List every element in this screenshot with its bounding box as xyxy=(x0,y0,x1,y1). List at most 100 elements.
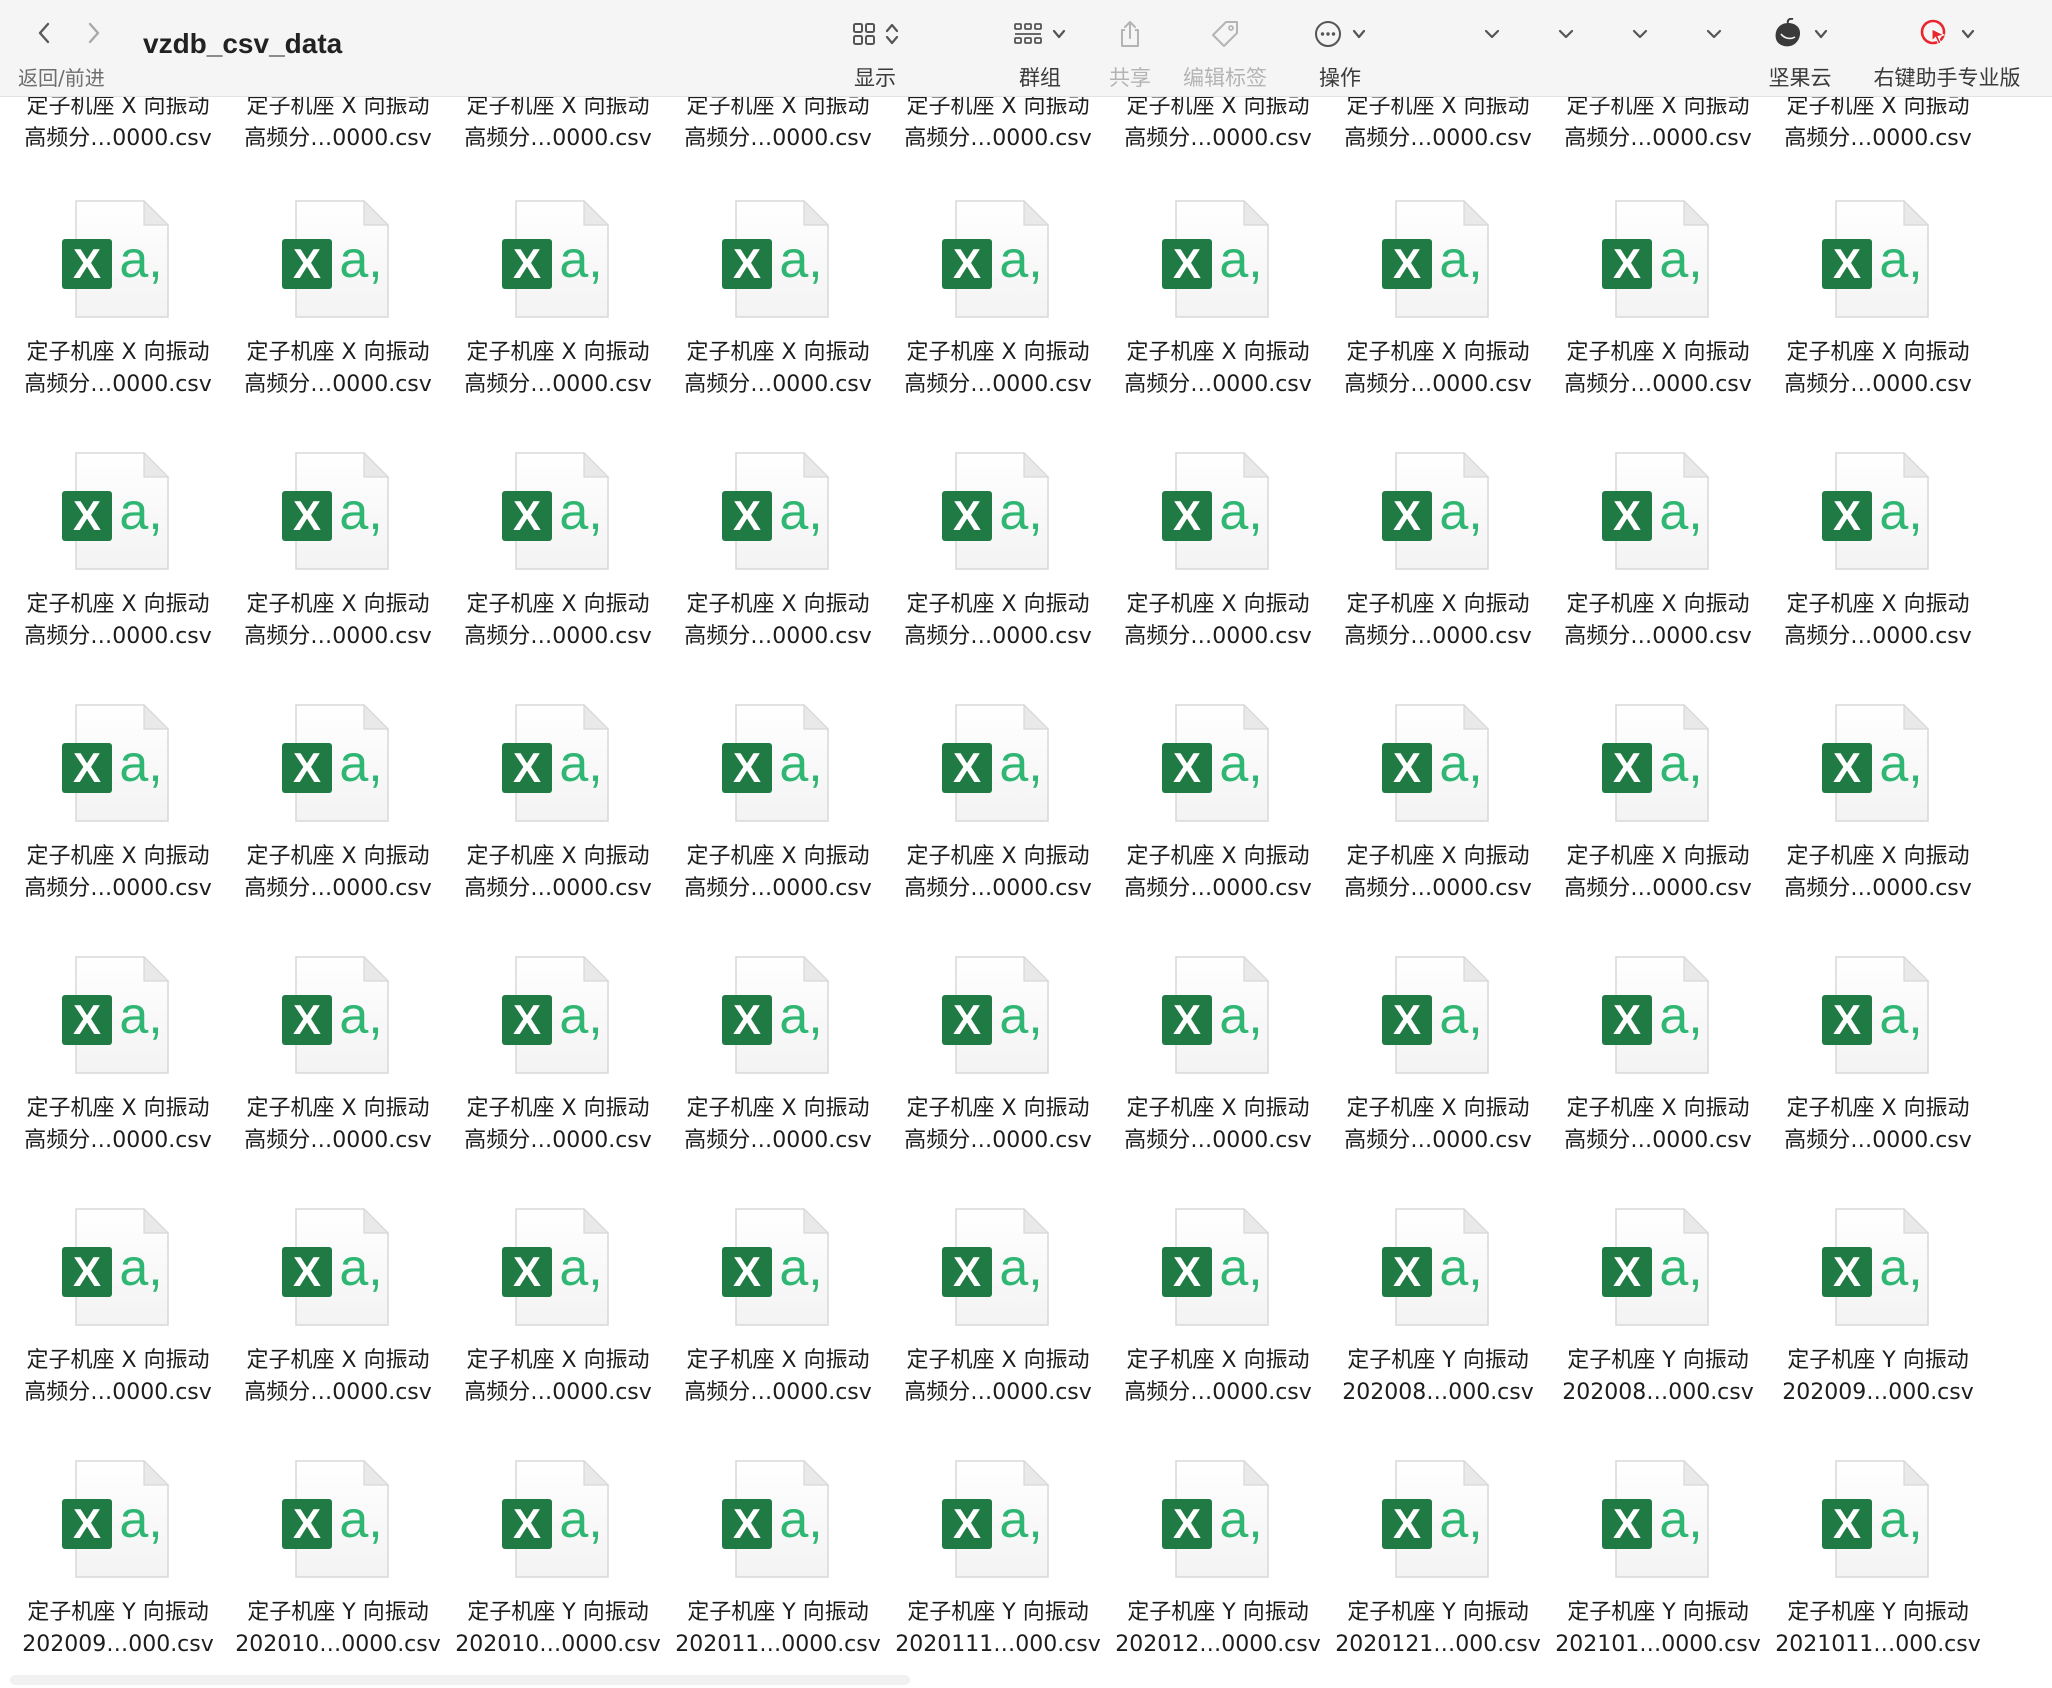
group-label: 群组 xyxy=(1019,66,1061,90)
file-item[interactable]: X a, 定子机座 X 向振动 高频分…0000.csv xyxy=(1108,953,1328,1205)
file-icon-view[interactable]: 定子机座 X 向振动 高频分…0000.csv 定子机座 X 向振动 高频分…0000… xyxy=(0,97,2052,1688)
file-name: 定子机座 X 向振动 高频分…0000.csv xyxy=(448,841,668,905)
file-item[interactable]: X a, 定子机座 X 向振动 高频分…0000.csv xyxy=(1768,701,1988,953)
file-name-line2: 高频分…0000.csv xyxy=(24,624,212,649)
back-button[interactable] xyxy=(30,18,58,48)
file-item[interactable]: X a, 定子机座 X 向振动 高频分…0000.csv xyxy=(1768,197,1988,449)
file-item[interactable]: 定子机座 X 向振动 高频分…0000.csv xyxy=(1548,97,1768,151)
file-item[interactable]: X a, 定子机座 Y 向振动 202009…000.csv xyxy=(1768,1205,1988,1457)
svg-text:X: X xyxy=(73,996,101,1043)
svg-text:X: X xyxy=(953,240,981,287)
file-item[interactable]: X a, 定子机座 X 向振动 高频分…0000.csv xyxy=(1108,1205,1328,1457)
file-item[interactable]: 定子机座 X 向振动 高频分…0000.csv xyxy=(1768,97,1988,151)
file-item[interactable]: X a, 定子机座 X 向振动 高频分…0000.csv xyxy=(228,953,448,1205)
file-item[interactable]: X a, 定子机座 Y 向振动 202010…0000.csv xyxy=(448,1457,668,1688)
file-name: 定子机座 X 向振动 高频分…0000.csv xyxy=(1108,97,1328,155)
excel-csv-icon: X a, xyxy=(1602,451,1710,570)
file-item[interactable]: X a, 定子机座 X 向振动 高频分…0000.csv xyxy=(1548,449,1768,701)
chevron-down-icon[interactable] xyxy=(1702,22,1726,46)
file-item[interactable]: 定子机座 X 向振动 高频分…0000.csv xyxy=(448,97,668,151)
file-item[interactable]: 定子机座 X 向振动 高频分…0000.csv xyxy=(1108,97,1328,151)
file-item[interactable]: X a, 定子机座 Y 向振动 202009…000.csv xyxy=(8,1457,228,1688)
file-item[interactable]: X a, 定子机座 X 向振动 高频分…0000.csv xyxy=(228,449,448,701)
file-name-line1: 定子机座 X 向振动 xyxy=(686,592,870,617)
file-item[interactable]: X a, 定子机座 X 向振动 高频分…0000.csv xyxy=(8,449,228,701)
excel-csv-icon: X a, xyxy=(1382,955,1490,1074)
excel-csv-icon: X a, xyxy=(1162,703,1270,822)
file-item[interactable]: 定子机座 X 向振动 高频分…0000.csv xyxy=(888,97,1108,151)
file-item[interactable]: X a, 定子机座 Y 向振动 202012…0000.csv xyxy=(1108,1457,1328,1688)
file-item[interactable]: X a, 定子机座 X 向振动 高频分…0000.csv xyxy=(1548,701,1768,953)
file-name-line2: 高频分…0000.csv xyxy=(1344,624,1532,649)
file-item[interactable]: X a, 定子机座 X 向振动 高频分…0000.csv xyxy=(228,197,448,449)
file-item[interactable]: X a, 定子机座 X 向振动 高频分…0000.csv xyxy=(1328,197,1548,449)
file-item[interactable]: X a, 定子机座 X 向振动 高频分…0000.csv xyxy=(228,1205,448,1457)
action-button[interactable]: 操作 xyxy=(1300,12,1380,92)
file-item[interactable]: X a, 定子机座 X 向振动 高频分…0000.csv xyxy=(448,449,668,701)
excel-csv-icon: X a, xyxy=(942,451,1050,570)
file-item[interactable]: X a, 定子机座 X 向振动 高频分…0000.csv xyxy=(1548,953,1768,1205)
file-item[interactable]: X a, 定子机座 X 向振动 高频分…0000.csv xyxy=(8,197,228,449)
file-item[interactable]: X a, 定子机座 Y 向振动 202008…000.csv xyxy=(1328,1205,1548,1457)
file-item[interactable]: 定子机座 X 向振动 高频分…0000.csv xyxy=(668,97,888,151)
file-item[interactable]: X a, 定子机座 X 向振动 高频分…0000.csv xyxy=(888,953,1108,1205)
file-item[interactable]: X a, 定子机座 X 向振动 高频分…0000.csv xyxy=(888,449,1108,701)
view-button[interactable]: 显示 xyxy=(840,12,910,92)
file-name-line1: 定子机座 Y 向振动 xyxy=(1347,1348,1529,1373)
file-name-line1: 定子机座 X 向振动 xyxy=(466,592,650,617)
file-item[interactable]: X a, 定子机座 X 向振动 高频分…0000.csv xyxy=(8,1205,228,1457)
file-name-line2: 202008…000.csv xyxy=(1342,1380,1534,1405)
file-item[interactable]: X a, 定子机座 X 向振动 高频分…0000.csv xyxy=(448,701,668,953)
file-item[interactable]: 定子机座 X 向振动 高频分…0000.csv xyxy=(1328,97,1548,151)
file-item[interactable]: X a, 定子机座 Y 向振动 202008…000.csv xyxy=(1548,1205,1768,1457)
jianguoyun-button[interactable]: 坚果云 xyxy=(1755,12,1845,92)
file-item[interactable]: X a, 定子机座 Y 向振动 2020111…000.csv xyxy=(888,1457,1108,1688)
file-item[interactable]: 定子机座 X 向振动 高频分…0000.csv xyxy=(228,97,448,151)
file-item[interactable]: X a, 定子机座 X 向振动 高频分…0000.csv xyxy=(1768,449,1988,701)
file-name: 定子机座 X 向振动 高频分…0000.csv xyxy=(1768,1093,1988,1157)
horizontal-scrollbar[interactable] xyxy=(10,1675,910,1685)
file-item[interactable]: X a, 定子机座 X 向振动 高频分…0000.csv xyxy=(668,449,888,701)
file-item[interactable]: X a, 定子机座 Y 向振动 202101…0000.csv xyxy=(1548,1457,1768,1688)
file-item[interactable]: X a, 定子机座 Y 向振动 202011…0000.csv xyxy=(668,1457,888,1688)
file-item[interactable]: X a, 定子机座 X 向振动 高频分…0000.csv xyxy=(668,197,888,449)
chevron-down-icon[interactable] xyxy=(1554,22,1578,46)
file-item[interactable]: X a, 定子机座 Y 向振动 2021011…000.csv xyxy=(1768,1457,1988,1688)
file-name: 定子机座 X 向振动 高频分…0000.csv xyxy=(668,589,888,653)
file-item[interactable]: X a, 定子机座 X 向振动 高频分…0000.csv xyxy=(1768,953,1988,1205)
file-name-line2: 高频分…0000.csv xyxy=(1344,876,1532,901)
file-item[interactable]: X a, 定子机座 X 向振动 高频分…0000.csv xyxy=(228,701,448,953)
file-item[interactable]: X a, 定子机座 X 向振动 高频分…0000.csv xyxy=(668,1205,888,1457)
group-button[interactable]: 群组 xyxy=(1005,12,1075,92)
file-name-line1: 定子机座 X 向振动 xyxy=(466,844,650,869)
file-item[interactable]: X a, 定子机座 X 向振动 高频分…0000.csv xyxy=(448,953,668,1205)
chevron-down-icon[interactable] xyxy=(1480,22,1504,46)
file-item[interactable]: X a, 定子机座 Y 向振动 2020121…000.csv xyxy=(1328,1457,1548,1688)
file-item[interactable]: X a, 定子机座 X 向振动 高频分…0000.csv xyxy=(888,197,1108,449)
file-item[interactable]: X a, 定子机座 X 向振动 高频分…0000.csv xyxy=(448,1205,668,1457)
chevron-down-icon[interactable] xyxy=(1628,22,1652,46)
forward-button[interactable] xyxy=(80,18,108,48)
edit-tags-label: 编辑标签 xyxy=(1183,66,1267,90)
file-item[interactable]: X a, 定子机座 X 向振动 高频分…0000.csv xyxy=(888,701,1108,953)
file-item[interactable]: X a, 定子机座 Y 向振动 202010…0000.csv xyxy=(228,1457,448,1688)
youjian-assistant-button[interactable]: 右键助手专业版 xyxy=(1862,12,2032,92)
file-item[interactable]: X a, 定子机座 X 向振动 高频分…0000.csv xyxy=(668,701,888,953)
file-item[interactable]: X a, 定子机座 X 向振动 高频分…0000.csv xyxy=(1328,449,1548,701)
file-name-line1: 定子机座 X 向振动 xyxy=(1346,97,1530,119)
file-item[interactable]: X a, 定子机座 X 向振动 高频分…0000.csv xyxy=(8,701,228,953)
file-item[interactable]: X a, 定子机座 X 向振动 高频分…0000.csv xyxy=(1108,701,1328,953)
edit-tags-button[interactable]: 编辑标签 xyxy=(1180,12,1270,92)
file-item[interactable]: X a, 定子机座 X 向振动 高频分…0000.csv xyxy=(1548,197,1768,449)
share-button[interactable]: 共享 xyxy=(1095,12,1165,92)
file-item[interactable]: X a, 定子机座 X 向振动 高频分…0000.csv xyxy=(1328,953,1548,1205)
file-item[interactable]: X a, 定子机座 X 向振动 高频分…0000.csv xyxy=(1328,701,1548,953)
file-item[interactable]: X a, 定子机座 X 向振动 高频分…0000.csv xyxy=(448,197,668,449)
file-item[interactable]: X a, 定子机座 X 向振动 高频分…0000.csv xyxy=(1108,449,1328,701)
file-item[interactable]: X a, 定子机座 X 向振动 高频分…0000.csv xyxy=(8,953,228,1205)
file-item[interactable]: X a, 定子机座 X 向振动 高频分…0000.csv xyxy=(1108,197,1328,449)
file-item[interactable]: 定子机座 X 向振动 高频分…0000.csv xyxy=(8,97,228,151)
file-name-line2: 高频分…0000.csv xyxy=(464,624,652,649)
file-item[interactable]: X a, 定子机座 X 向振动 高频分…0000.csv xyxy=(888,1205,1108,1457)
file-item[interactable]: X a, 定子机座 X 向振动 高频分…0000.csv xyxy=(668,953,888,1205)
